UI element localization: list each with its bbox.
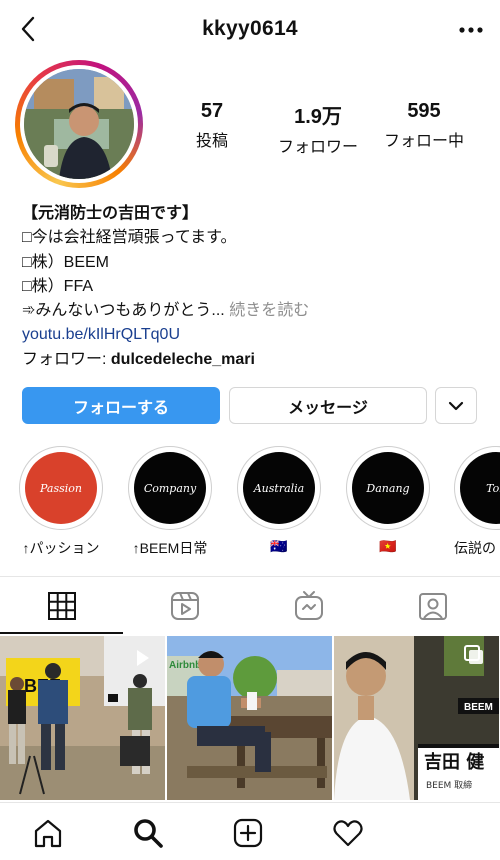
nav-home[interactable] bbox=[30, 815, 66, 851]
highlight-cover: Australia bbox=[243, 452, 315, 524]
post-overlay-text: Airbnb bbox=[169, 660, 201, 671]
tab-grid[interactable] bbox=[42, 588, 82, 624]
following-count-value: 595 bbox=[407, 100, 441, 122]
read-more-link[interactable]: 続きを読む bbox=[229, 302, 309, 319]
suggested-dropdown-button[interactable] bbox=[435, 387, 477, 424]
followers-count-label: フォロワー bbox=[277, 139, 358, 156]
reels-icon bbox=[171, 592, 199, 620]
post-caption-sub: BEEM 取締 bbox=[426, 779, 472, 791]
bottom-nav-bar bbox=[0, 802, 500, 860]
tab-reels[interactable] bbox=[165, 588, 205, 624]
post-thumbnail[interactable]: BEEM 吉田 健 BEEM 取締 bbox=[334, 636, 499, 800]
more-options-icon[interactable] bbox=[456, 17, 486, 43]
followers-count[interactable]: 1.9万 フォロワー bbox=[263, 100, 373, 157]
highlight-cover: Passion bbox=[25, 452, 97, 524]
tabs-divider bbox=[0, 576, 500, 577]
new-post-icon bbox=[233, 818, 263, 848]
posts-count[interactable]: 57 投稿 bbox=[157, 100, 267, 151]
grid-icon bbox=[48, 592, 76, 620]
nav-new-post[interactable] bbox=[230, 815, 266, 851]
highlight-passion[interactable]: Passion ↑パッション bbox=[18, 446, 104, 558]
igtv-icon bbox=[295, 591, 323, 620]
bio-name: 【元消防士の吉田です】 bbox=[22, 205, 199, 222]
story-ring[interactable] bbox=[15, 60, 143, 188]
message-button[interactable]: メッセージ bbox=[229, 387, 427, 424]
followers-count-value: 1.9万 bbox=[294, 106, 342, 128]
highlight-cover: Company bbox=[134, 452, 206, 524]
following-count-label: フォロー中 bbox=[383, 133, 464, 150]
active-tab-indicator bbox=[0, 632, 123, 634]
top-bar: kkyy0614 bbox=[0, 0, 500, 62]
bio-line: □株）FFA bbox=[22, 277, 94, 295]
highlight-label: ↑BEEM日常 bbox=[132, 540, 208, 556]
highlight-cover: Danang bbox=[352, 452, 424, 524]
posts-count-value: 57 bbox=[200, 100, 224, 122]
highlight-australia[interactable]: Australia 🇦🇺 bbox=[236, 446, 322, 555]
nav-search[interactable] bbox=[130, 815, 166, 851]
post-overlay-text: BEEM bbox=[464, 702, 493, 713]
bio-truncated-text: ➾みんないつもありがとう... bbox=[22, 302, 225, 320]
bio-line: □株）BEEM bbox=[22, 253, 110, 271]
tab-igtv[interactable] bbox=[289, 588, 329, 624]
post-caption-name: 吉田 健 bbox=[424, 751, 484, 773]
highlight-label: 🇦🇺 bbox=[270, 538, 288, 554]
nav-activity[interactable] bbox=[330, 815, 366, 851]
search-icon bbox=[134, 819, 163, 848]
bio-truncated-line: ➾みんないつもありがとう... 続きを読む bbox=[22, 299, 482, 323]
avatar bbox=[24, 69, 134, 179]
highlight-tokyo[interactable]: Tok 伝説の bbox=[454, 446, 500, 558]
chevron-down-icon bbox=[448, 401, 464, 410]
bio: 【元消防士の吉田です】 □今は会社経営頑張ってます。 □株）BEEM □株）FF… bbox=[22, 202, 482, 372]
profile-username: kkyy0614 bbox=[202, 17, 298, 40]
tagged-icon bbox=[419, 593, 447, 620]
followed-by-prefix: フォロワー: bbox=[22, 350, 111, 368]
followed-by-user[interactable]: dulcedeleche_mari bbox=[111, 351, 255, 368]
highlight-danang[interactable]: Danang 🇻🇳 bbox=[345, 446, 431, 555]
highlight-cover: Tok bbox=[460, 452, 500, 524]
bio-line: □今は会社経営頑張ってます。 bbox=[22, 229, 237, 247]
highlight-label: 伝説の bbox=[454, 540, 496, 556]
bio-website-link[interactable]: youtu.be/kIlHrQLTq0U bbox=[22, 323, 482, 347]
followed-by: フォロワー: dulcedeleche_mari bbox=[22, 348, 482, 372]
following-count[interactable]: 595 フォロー中 bbox=[369, 100, 479, 151]
highlight-label: 🇻🇳 bbox=[379, 538, 397, 554]
post-thumbnail[interactable]: BEE bbox=[0, 636, 165, 800]
posts-count-label: 投稿 bbox=[195, 133, 228, 150]
tab-tagged[interactable] bbox=[413, 588, 453, 624]
follow-button[interactable]: フォローする bbox=[22, 387, 220, 424]
highlight-company[interactable]: Company ↑BEEM日常 bbox=[127, 446, 213, 558]
highlight-label: ↑パッション bbox=[22, 540, 100, 556]
home-icon bbox=[34, 819, 62, 848]
post-thumbnail[interactable]: Airbnb bbox=[167, 636, 332, 800]
activity-icon bbox=[333, 820, 363, 847]
